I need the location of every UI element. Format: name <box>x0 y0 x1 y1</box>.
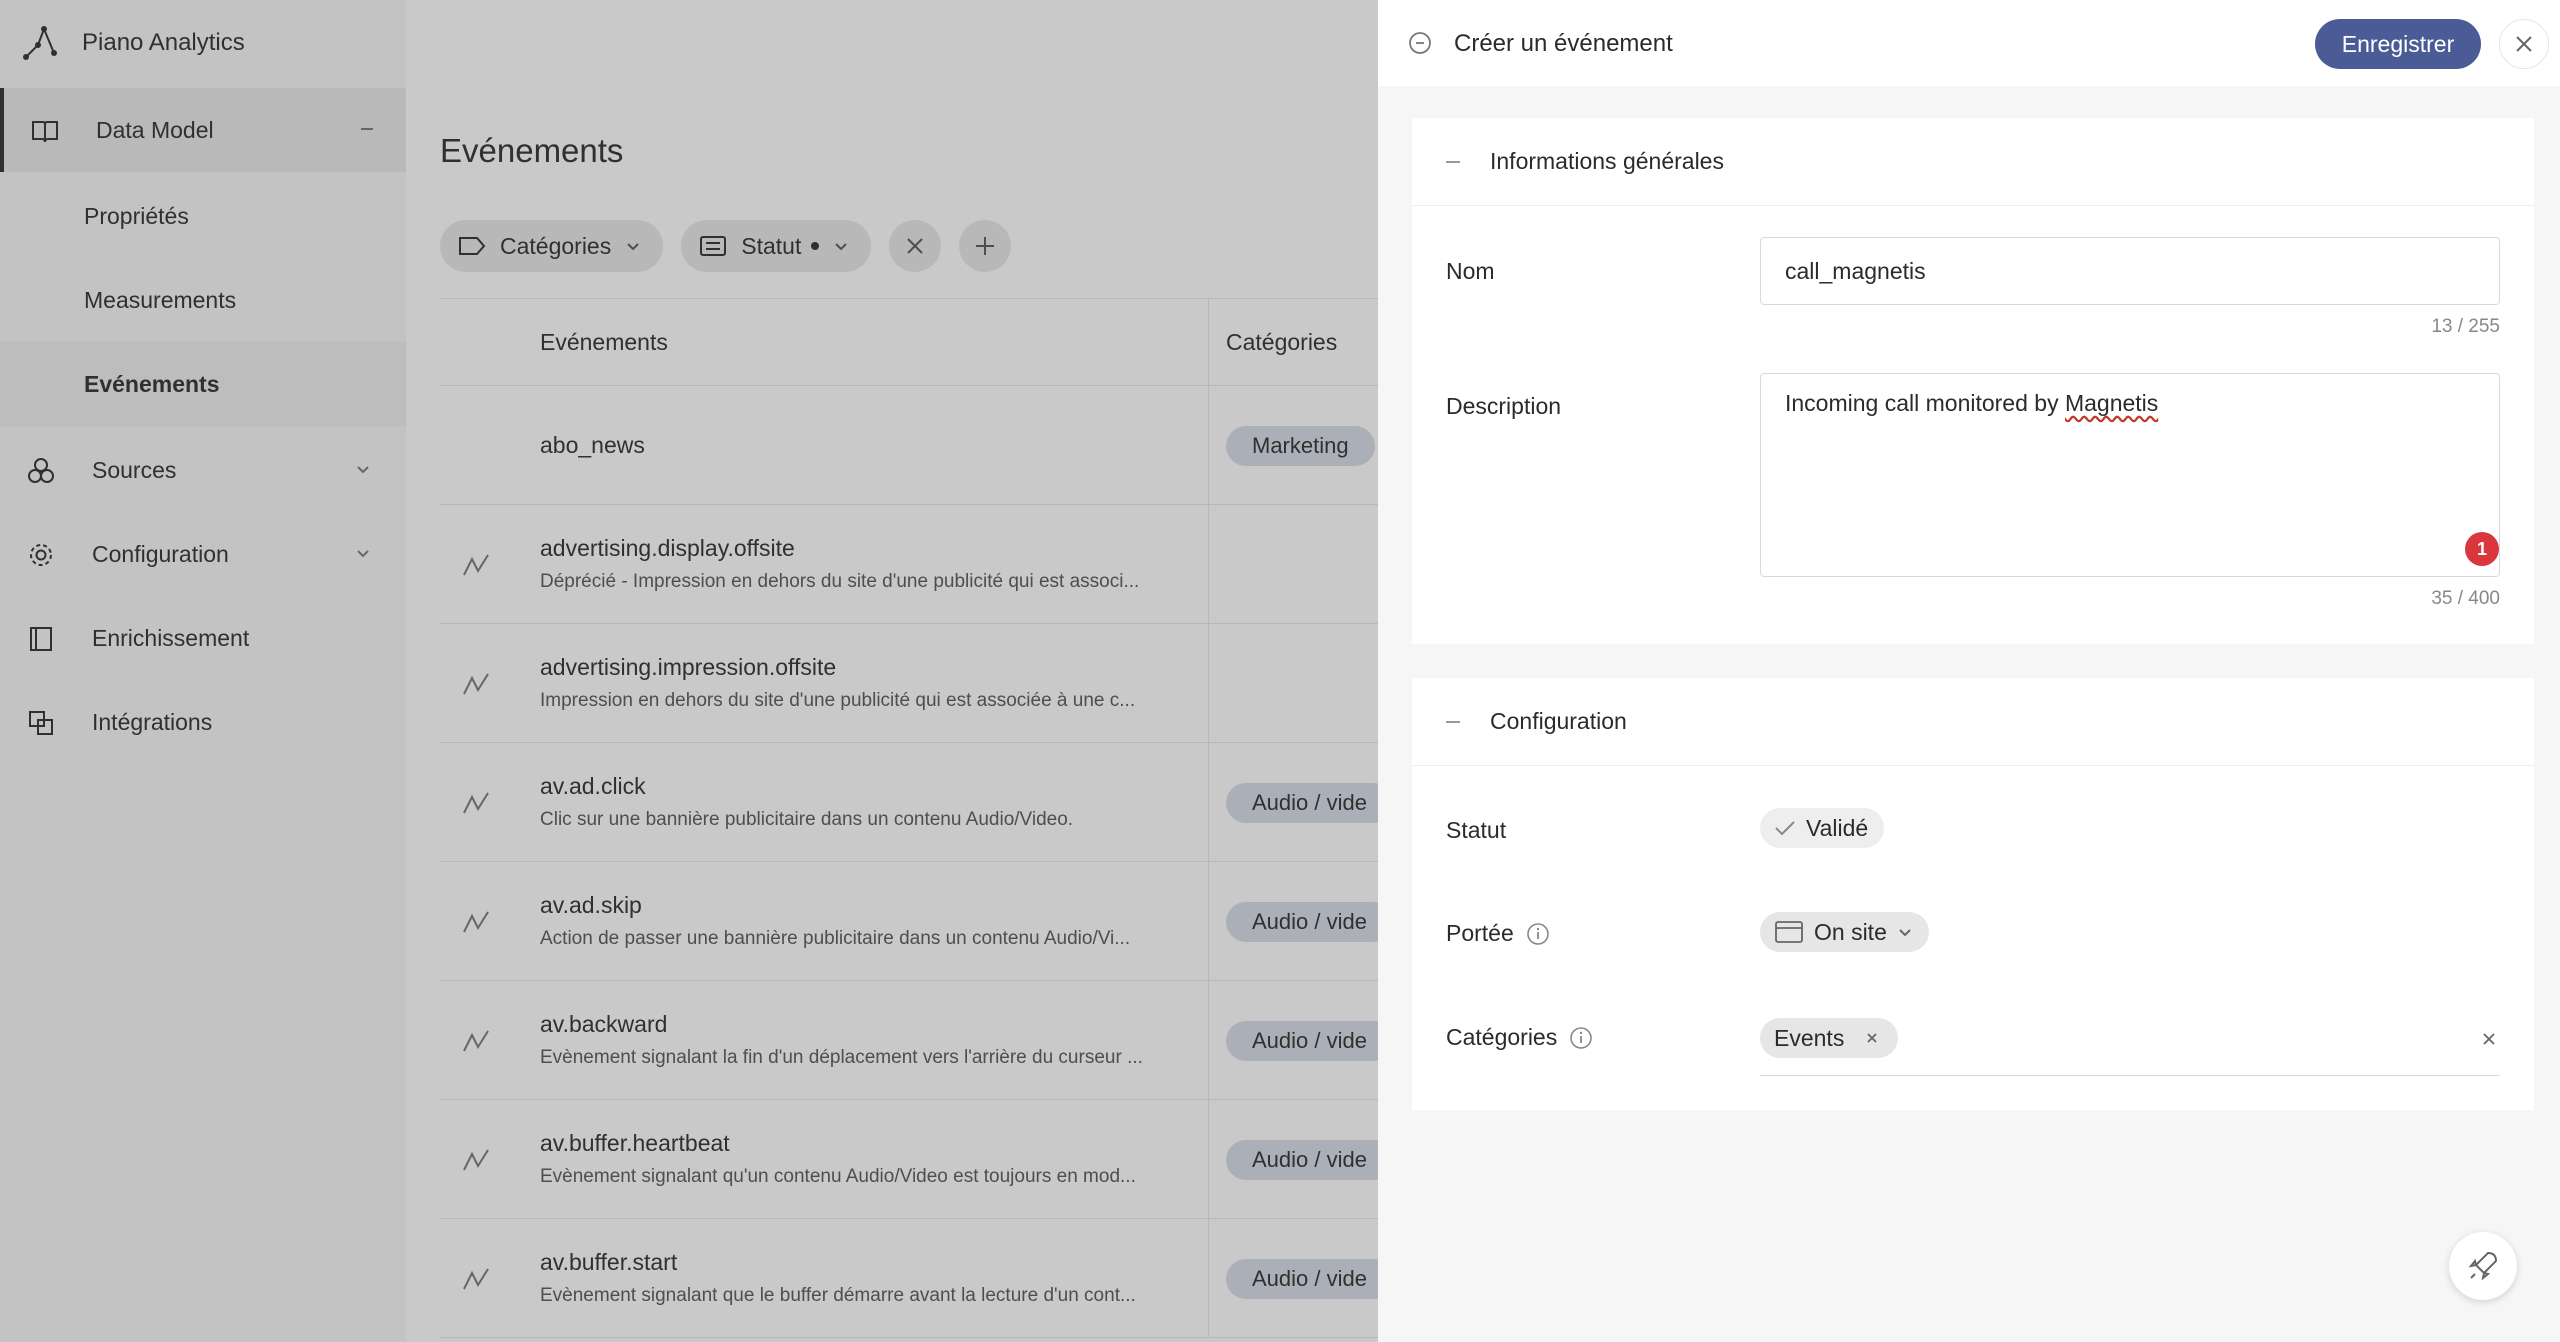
close-icon <box>2516 36 2532 52</box>
scope-value-label: On site <box>1814 918 1887 945</box>
modal-backdrop[interactable] <box>0 0 1378 1342</box>
categories-label-group: Catégories <box>1446 1024 1593 1051</box>
close-drawer-button[interactable] <box>2499 19 2549 69</box>
category-tag: Events <box>1760 1018 1899 1058</box>
description-textarea[interactable]: Incoming call monitored by Magnetis 1 <box>1760 373 2500 577</box>
status-label: Statut <box>1446 817 1507 843</box>
create-event-drawer: Créer un événement Enregistrer Informati… <box>1378 0 2560 1342</box>
description-char-counter: 35 / 400 <box>2431 588 2500 609</box>
collapse-icon <box>1446 161 1460 163</box>
browser-icon <box>1775 921 1803 943</box>
clear-categories-icon[interactable] <box>2478 1028 2500 1050</box>
description-text: Incoming call monitored by <box>1785 390 2065 416</box>
info-icon[interactable] <box>1526 922 1550 946</box>
section-title: Informations générales <box>1490 148 1724 174</box>
drawer-header: Créer un événement Enregistrer <box>1378 0 2560 86</box>
name-input[interactable] <box>1760 237 2500 305</box>
categories-input[interactable]: Events <box>1760 1018 2500 1076</box>
status-value-label: Validé <box>1806 814 1869 841</box>
configuration-card: Configuration Statut Validé Portée On si… <box>1412 678 2534 1110</box>
general-info-card: Informations générales Nom 13 / 255 Desc… <box>1412 118 2534 644</box>
name-char-counter: 13 / 255 <box>2431 316 2500 337</box>
section-title: Configuration <box>1490 708 1627 734</box>
name-label: Nom <box>1446 258 1495 284</box>
check-icon <box>1775 821 1795 836</box>
description-label: Description <box>1446 393 1562 419</box>
remove-tag-icon[interactable] <box>1854 1029 1882 1047</box>
collapse-icon <box>1446 721 1460 723</box>
launch-help-button[interactable] <box>2449 1232 2517 1300</box>
chevron-down-icon <box>1899 929 1911 937</box>
status-value[interactable]: Validé <box>1760 808 1885 848</box>
categories-label: Catégories <box>1446 1024 1558 1050</box>
scope-label-group: Portée <box>1446 920 1550 947</box>
save-button[interactable]: Enregistrer <box>2315 19 2481 69</box>
rocket-icon <box>2468 1251 2498 1281</box>
scope-label: Portée <box>1446 920 1514 946</box>
general-info-header[interactable]: Informations générales <box>1412 118 2534 206</box>
info-circle-icon <box>1409 32 1431 54</box>
scope-select[interactable]: On site <box>1760 912 1929 952</box>
configuration-header[interactable]: Configuration <box>1412 678 2534 766</box>
category-tag-label: Events <box>1774 1024 1845 1051</box>
spellcheck-flagged-word[interactable]: Magnetis <box>2065 390 2158 416</box>
error-count-badge[interactable]: 1 <box>2465 532 2499 566</box>
drawer-title: Créer un événement <box>1454 30 1673 57</box>
info-icon[interactable] <box>1569 1026 1593 1050</box>
